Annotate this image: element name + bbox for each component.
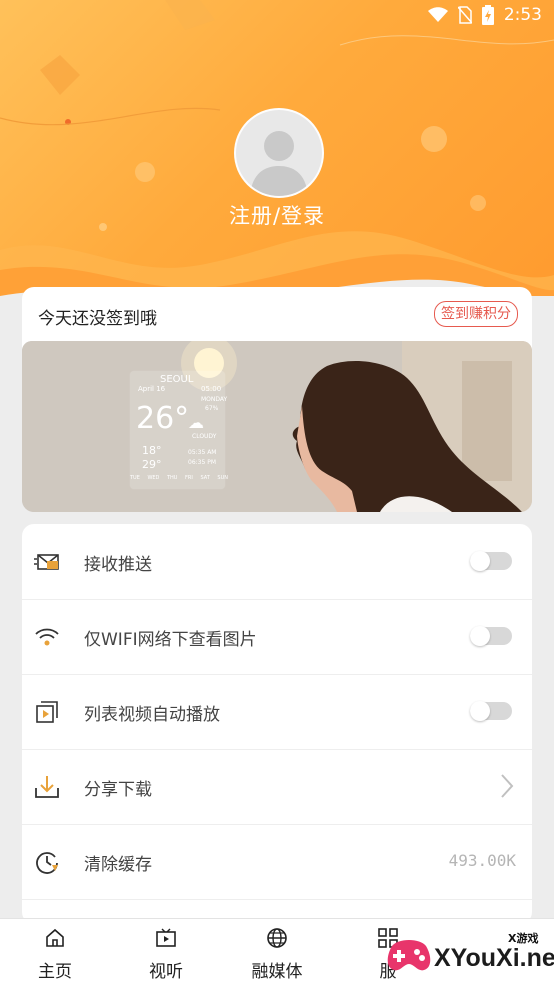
banner-city: SEOUL [160,374,194,385]
banner-day: MONDAY [201,396,228,403]
tv-play-icon [156,928,176,947]
banner-humidity: 67% [205,405,219,412]
banner-high: 29° [142,458,162,471]
chevron-right-icon [501,774,514,798]
wifi-icon [427,7,448,22]
gamepad-logo-icon [387,940,431,971]
signin-earn-points-button[interactable]: 签到赚积分 [434,301,518,327]
avatar[interactable] [234,108,324,198]
forecast-day: WED [147,475,160,481]
forecast-day: THU [166,475,178,481]
tab-home[interactable]: 主页 [0,919,110,987]
banner-sunset: 06:35 PM [188,459,216,466]
envelope-icon [34,554,59,570]
signin-card: 今天还没签到哦 签到赚积分 SEOUL April 16 05:00 MONDA… [22,287,532,512]
tab-media[interactable]: 融媒体 [222,919,332,987]
setting-row-push[interactable]: 接收推送 [22,524,532,600]
setting-label: 接收推送 [84,555,152,575]
forecast-day: SAT [200,475,210,481]
toggle-knob [470,701,490,721]
clock-refresh-icon [36,852,58,874]
watermark-text: XYouXi.net [434,944,554,972]
status-time: 2:53 [503,5,542,25]
setting-label: 仅WIFI网络下查看图片 [84,630,257,650]
cloud-icon: ☁ [188,413,204,432]
tab-label: 视听 [149,962,183,982]
setting-row-autoplay[interactable]: 列表视频自动播放 [22,674,532,750]
tab-label: 融媒体 [251,962,303,982]
toggle-knob [470,551,490,571]
cache-size: 493.00K [448,851,516,870]
home-icon [46,928,64,947]
banner-sunrise: 05:35 AM [188,449,217,456]
tab-audio-video[interactable]: 视听 [111,919,221,987]
autoplay-toggle[interactable] [470,701,512,721]
login-register-link[interactable]: 注册/登录 [0,200,554,230]
banner-date: April 16 [138,385,166,393]
forecast-day: FRI [185,475,193,481]
setting-label: 分享下载 [84,780,152,800]
banner-time: 05:00 [201,385,222,393]
banner-low: 18° [142,444,162,457]
toggle-knob [470,626,490,646]
banner-temperature: 26° [136,401,190,436]
forecast-day: TUE [130,475,140,481]
setting-row-wifi-images[interactable]: 仅WIFI网络下查看图片 [22,599,532,675]
setting-label: 清除缓存 [84,855,152,875]
profile-header: 2:53 注册/登录 [0,0,554,330]
promo-banner[interactable]: SEOUL April 16 05:00 MONDAY 67% 26° ☁ CL… [22,341,532,512]
banner-condition: CLOUDY [192,433,217,440]
no-sim-icon [457,6,472,24]
settings-list: 接收推送 仅WIFI网络下查看图片 列表视频自动播放 分享下载 清除缓存 493… [22,524,532,924]
watermark: X游戏 XYouXi.net [382,922,554,986]
forecast-day: SUN [217,475,228,481]
battery-charging-icon [481,5,494,25]
setting-row-clear-cache[interactable]: 清除缓存 493.00K [22,824,532,900]
banner-forecast: TUE WED THU FRI SAT SUN [130,475,228,481]
status-bar: 2:53 [0,0,554,34]
signin-title: 今天还没签到哦 [38,309,157,329]
play-video-icon [36,701,58,723]
download-icon [35,776,59,798]
globe-icon [267,928,287,948]
setting-row-download[interactable]: 分享下载 [22,749,532,825]
default-user-avatar-icon [250,131,308,196]
setting-label: 列表视频自动播放 [84,705,220,725]
banner-image [22,341,532,512]
push-toggle[interactable] [470,551,512,571]
wifi-icon [35,628,59,646]
wifi-images-toggle[interactable] [470,626,512,646]
tab-label: 主页 [38,962,72,982]
